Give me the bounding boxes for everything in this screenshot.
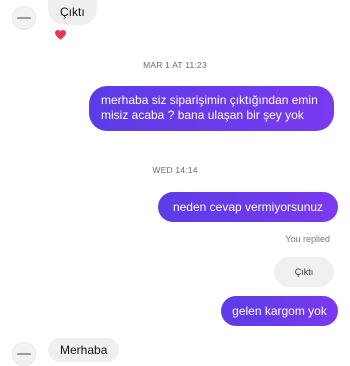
- message-text: gelen kargom yok: [232, 303, 327, 318]
- sent-message[interactable]: neden cevap vermiyorsunuz: [158, 192, 338, 222]
- timestamp: MAR 1 AT 11:23: [143, 60, 207, 70]
- avatar[interactable]: [12, 6, 36, 30]
- message-text: Merhaba: [60, 343, 108, 357]
- sent-message[interactable]: merhaba siz siparişimin çıktığından emin…: [89, 86, 334, 131]
- message-text: merhaba siz siparişimin çıktığından emin…: [101, 93, 318, 122]
- message-text: Çıktı: [60, 5, 85, 19]
- message-text: neden cevap vermiyorsunuz: [172, 199, 324, 214]
- replied-label: You replied: [285, 234, 330, 244]
- received-message[interactable]: Merhaba: [48, 338, 120, 362]
- message-text: Çıktı: [294, 266, 314, 277]
- quoted-reply[interactable]: Çıktı: [274, 257, 334, 287]
- timestamp: WED 14:14: [152, 165, 198, 175]
- avatar[interactable]: [12, 342, 36, 366]
- heart-icon[interactable]: [55, 27, 66, 45]
- received-message[interactable]: Çıktı: [48, 0, 97, 25]
- sent-message[interactable]: gelen kargom yok: [221, 296, 338, 326]
